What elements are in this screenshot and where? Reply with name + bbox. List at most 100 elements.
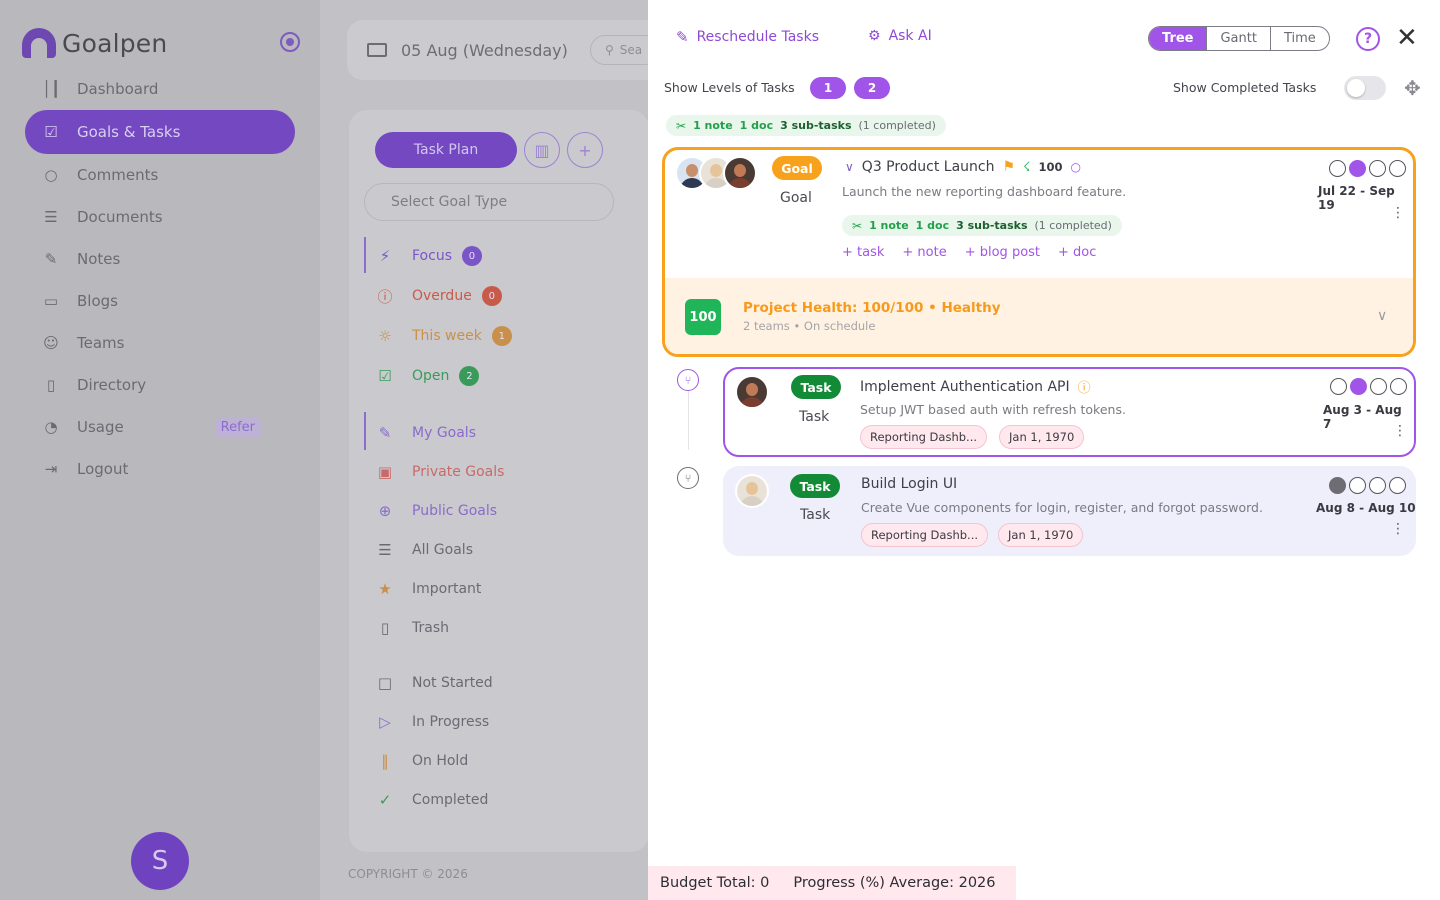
goals-trash[interactable]: ▯ Trash bbox=[364, 608, 644, 647]
move-icon[interactable]: ✥ bbox=[1404, 76, 1421, 100]
sidebar-item-logout[interactable]: ⇥ Logout bbox=[25, 448, 295, 490]
status-in-progress[interactable]: ▷ In Progress bbox=[364, 702, 644, 741]
sidebar-item-label: Documents bbox=[77, 208, 163, 226]
goal-summary-pill: ✂ 1 note 1 doc 3 sub-tasks (1 completed) bbox=[842, 215, 1122, 236]
logo[interactable]: Goalpen bbox=[22, 28, 167, 58]
sidebar-item-notes[interactable]: ✎ Notes bbox=[25, 238, 295, 280]
status-dots[interactable] bbox=[1330, 378, 1407, 395]
goals-public[interactable]: ⊕ Public Goals bbox=[364, 491, 644, 530]
comment-icon[interactable]: ○ bbox=[1071, 160, 1081, 174]
sidebar-item-dashboard[interactable]: │┃ Dashboard bbox=[25, 68, 295, 110]
task-badge: Task bbox=[791, 375, 841, 399]
sidebar-item-label: Directory bbox=[77, 376, 147, 394]
goals-private[interactable]: ▣ Private Goals bbox=[364, 452, 644, 491]
add-note-link[interactable]: + note bbox=[902, 245, 946, 260]
flag-icon[interactable]: ⚑ bbox=[1002, 159, 1015, 175]
filter-overdue[interactable]: ⓘ Overdue 0 bbox=[364, 276, 644, 316]
status-dot[interactable] bbox=[1369, 477, 1386, 494]
status-completed[interactable]: ✓ Completed bbox=[364, 780, 644, 819]
sidebar-item-blogs[interactable]: ▭ Blogs bbox=[25, 280, 295, 322]
date-chip[interactable]: Jan 1, 1970 bbox=[998, 523, 1084, 547]
goals-my[interactable]: ✎ My Goals bbox=[364, 413, 644, 452]
user-avatar[interactable]: S bbox=[131, 832, 189, 890]
status-dot[interactable] bbox=[1350, 378, 1367, 395]
sidebar-collapse-button[interactable] bbox=[280, 32, 300, 52]
status-dot[interactable] bbox=[1330, 378, 1347, 395]
chevron-down-icon[interactable]: ∨ bbox=[1377, 308, 1387, 324]
ask-ai-button[interactable]: ⚙ Ask AI bbox=[868, 28, 932, 44]
status-dot[interactable] bbox=[1370, 378, 1387, 395]
status-dot[interactable] bbox=[1389, 477, 1406, 494]
show-completed-toggle[interactable] bbox=[1344, 76, 1386, 100]
goal-chip[interactable]: Reporting Dashb... bbox=[860, 425, 988, 449]
sidebar-item-documents[interactable]: ☰ Documents bbox=[25, 196, 295, 238]
view-gantt-button[interactable]: Gantt bbox=[1206, 27, 1269, 50]
add-blog-post-link[interactable]: + blog post bbox=[965, 245, 1040, 260]
filter-label: In Progress bbox=[412, 713, 490, 730]
status-not-started[interactable]: □ Not Started bbox=[364, 663, 644, 702]
status-dot[interactable] bbox=[1329, 160, 1346, 177]
add-goal-button[interactable]: + bbox=[567, 132, 603, 168]
status-dots[interactable] bbox=[1329, 477, 1406, 494]
task-plan-button[interactable]: Task Plan bbox=[375, 132, 517, 168]
status-dot[interactable] bbox=[1329, 477, 1346, 494]
task-title[interactable]: Build Login UI bbox=[861, 476, 957, 492]
subtask-branch-icon[interactable]: ⑂ bbox=[677, 467, 699, 489]
view-tree-button[interactable]: Tree bbox=[1149, 27, 1207, 50]
close-icon[interactable]: ✕ bbox=[1396, 24, 1418, 52]
goal-title[interactable]: Q3 Product Launch bbox=[862, 159, 995, 175]
sidebar-item-teams[interactable]: ☺ Teams bbox=[25, 322, 295, 364]
filter-open[interactable]: ☑ Open 2 bbox=[364, 356, 644, 396]
sidebar-item-comments[interactable]: ○ Comments bbox=[25, 154, 295, 196]
trash-icon: ▯ bbox=[380, 618, 390, 637]
status-dot[interactable] bbox=[1349, 160, 1366, 177]
goals-all[interactable]: ☰ All Goals bbox=[364, 530, 644, 569]
view-time-button[interactable]: Time bbox=[1269, 27, 1329, 50]
subtask-branch-icon[interactable]: ⑂ bbox=[677, 369, 699, 391]
date-chip[interactable]: Jan 1, 1970 bbox=[999, 425, 1085, 449]
task-title[interactable]: Implement Authentication API bbox=[860, 379, 1070, 395]
sidebar-item-label: Logout bbox=[77, 460, 129, 478]
add-task-link[interactable]: + task bbox=[842, 245, 884, 260]
goal-chip[interactable]: Reporting Dashb... bbox=[861, 523, 989, 547]
level-1-button[interactable]: 1 bbox=[810, 77, 846, 99]
goals-important[interactable]: ★ Important bbox=[364, 569, 644, 608]
logout-icon: ⇥ bbox=[44, 460, 58, 478]
more-options-icon[interactable]: ⋮ bbox=[1391, 521, 1405, 537]
add-doc-link[interactable]: + doc bbox=[1058, 245, 1096, 260]
project-health-panel[interactable]: 100 Project Health: 100/100 • Healthy 2 … bbox=[665, 278, 1413, 354]
more-options-icon[interactable]: ⋮ bbox=[1391, 205, 1405, 221]
refer-badge[interactable]: Refer bbox=[214, 417, 261, 437]
chevron-down-icon[interactable]: ∨ bbox=[845, 160, 854, 174]
logo-text: Goalpen bbox=[62, 28, 168, 58]
level-2-button[interactable]: 2 bbox=[854, 77, 890, 99]
goal-card[interactable]: Goal Goal ∨ Q3 Product Launch ⚑ ☇ 100 ○ … bbox=[662, 147, 1416, 357]
show-completed-label: Show Completed Tasks bbox=[1173, 80, 1317, 95]
status-dot[interactable] bbox=[1390, 378, 1407, 395]
status-on-hold[interactable]: ‖ On Hold bbox=[364, 741, 644, 780]
reschedule-tasks-button[interactable]: ✎ Reschedule Tasks bbox=[676, 28, 819, 46]
task-card[interactable]: Task Task Implement Authentication API ⓘ… bbox=[723, 367, 1416, 457]
alert-icon: ⓘ bbox=[377, 287, 393, 306]
book-button[interactable]: ▥ bbox=[524, 132, 560, 168]
list-icon: ☰ bbox=[378, 540, 392, 559]
status-dot[interactable] bbox=[1369, 160, 1386, 177]
filter-focus[interactable]: ⚡ Focus 0 bbox=[364, 236, 644, 276]
sidebar-item-directory[interactable]: ▯ Directory bbox=[25, 364, 295, 406]
help-icon[interactable]: ? bbox=[1356, 27, 1380, 51]
bar-chart-icon: │┃ bbox=[41, 80, 61, 98]
search-placeholder: Sea bbox=[619, 43, 643, 57]
more-options-icon[interactable]: ⋮ bbox=[1393, 423, 1407, 439]
status-dots[interactable] bbox=[1329, 160, 1406, 177]
check-square-icon: ☑ bbox=[378, 367, 392, 385]
subtasks-count: 3 sub-tasks bbox=[780, 119, 852, 132]
task-card[interactable]: Task Task Build Login UI Create Vue comp… bbox=[723, 466, 1416, 556]
filter-this-week[interactable]: ☼ This week 1 bbox=[364, 316, 644, 356]
sidebar-item-goals-tasks[interactable]: ☑ Goals & Tasks bbox=[25, 110, 295, 154]
status-dot[interactable] bbox=[1389, 160, 1406, 177]
task-description: Setup JWT based auth with refresh tokens… bbox=[860, 402, 1126, 417]
goal-type-select[interactable]: Select Goal Type bbox=[364, 183, 614, 221]
status-dot[interactable] bbox=[1349, 477, 1366, 494]
sidebar-item-usage[interactable]: ◔ Usage Refer bbox=[25, 406, 295, 448]
bookmark-icon: ▯ bbox=[46, 376, 56, 394]
